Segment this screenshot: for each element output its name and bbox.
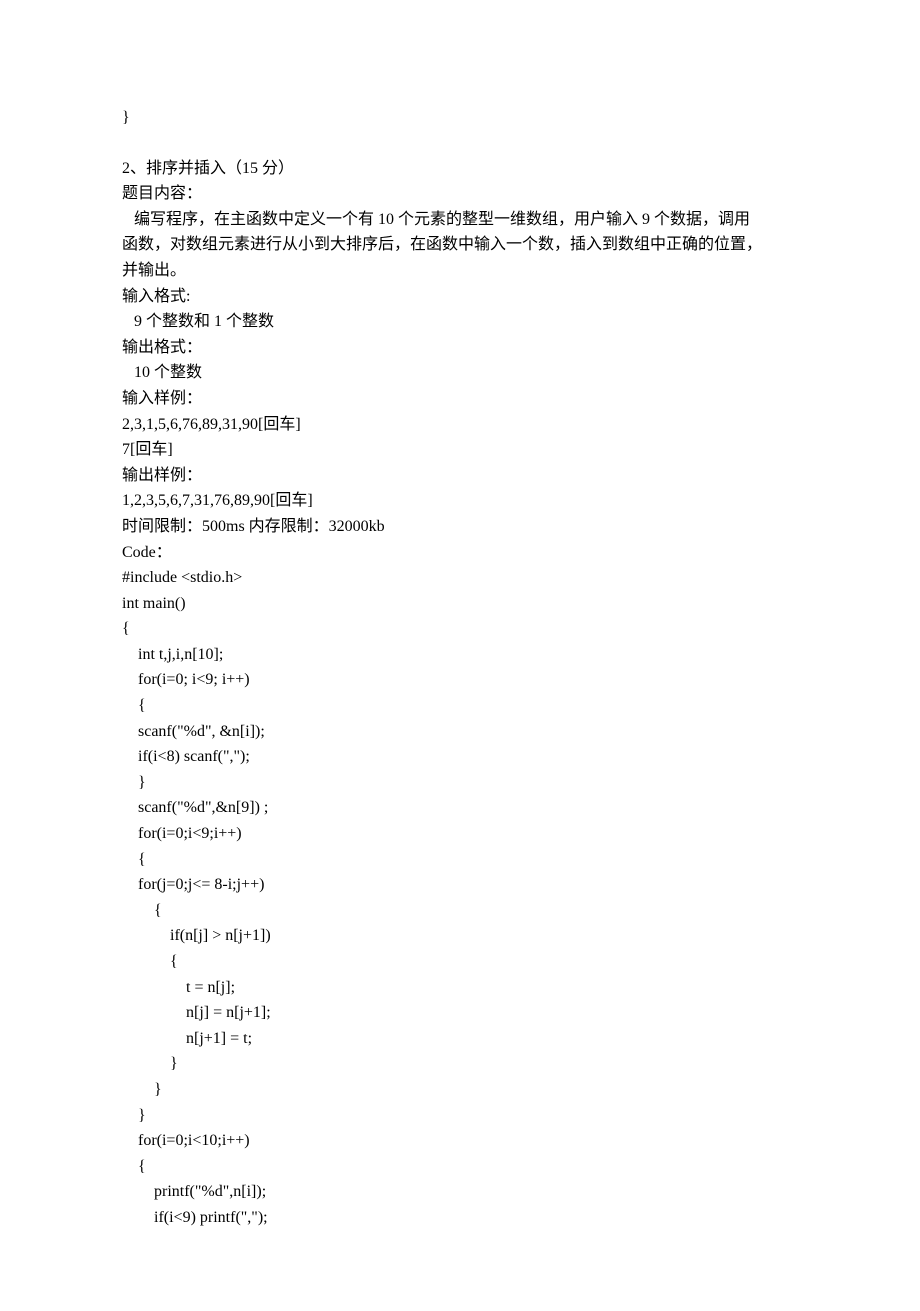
- code-line: scanf("%d",&n[9]) ;: [122, 795, 798, 821]
- code-line: {: [122, 898, 798, 924]
- code-line: {: [122, 949, 798, 975]
- code-line: n[j+1] = t;: [122, 1026, 798, 1052]
- code-line: int t,j,i,n[10];: [122, 642, 798, 668]
- text-line: 2,3,1,5,6,76,89,31,90[回车]: [122, 412, 798, 438]
- text-line: 题目内容：: [122, 181, 798, 207]
- heading-line: 2、排序并插入（15 分）: [122, 156, 798, 182]
- code-line: if(i<9) printf(",");: [122, 1205, 798, 1231]
- code-line: int main(): [122, 591, 798, 617]
- text-line: 函数，对数组元素进行从小到大排序后，在函数中输入一个数，插入到数组中正确的位置，: [122, 232, 798, 258]
- text-line: 输出格式：: [122, 335, 798, 361]
- code-line: }: [122, 1077, 798, 1103]
- code-line: for(j=0;j<= 8-i;j++): [122, 872, 798, 898]
- code-line: {: [122, 693, 798, 719]
- blank-line: [122, 131, 798, 156]
- code-line: for(i=0; i<9; i++): [122, 667, 798, 693]
- code-line: {: [122, 616, 798, 642]
- text-line: 7[回车]: [122, 437, 798, 463]
- code-line: n[j] = n[j+1];: [122, 1000, 798, 1026]
- text-line: Code：: [122, 540, 798, 566]
- code-line: t = n[j];: [122, 975, 798, 1001]
- code-line: }: [122, 105, 798, 131]
- code-line: }: [122, 770, 798, 796]
- text-line: 输出样例：: [122, 463, 798, 489]
- text-line: 10 个整数: [122, 360, 798, 386]
- code-line: }: [122, 1051, 798, 1077]
- document-page: } 2、排序并插入（15 分） 题目内容： 编写程序，在主函数中定义一个有 10…: [0, 0, 920, 1311]
- text-line: 1,2,3,5,6,7,31,76,89,90[回车]: [122, 488, 798, 514]
- text-line: 9 个整数和 1 个整数: [122, 309, 798, 335]
- text-line: 编写程序，在主函数中定义一个有 10 个元素的整型一维数组，用户输入 9 个数据…: [122, 207, 798, 233]
- text-line: 输入样例：: [122, 386, 798, 412]
- code-line: scanf("%d", &n[i]);: [122, 719, 798, 745]
- code-line: {: [122, 1154, 798, 1180]
- text-line: 输入格式:: [122, 284, 798, 310]
- text-line: 时间限制：500ms 内存限制：32000kb: [122, 514, 798, 540]
- code-line: printf("%d",n[i]);: [122, 1179, 798, 1205]
- code-line: for(i=0;i<9;i++): [122, 821, 798, 847]
- text-line: 并输出。: [122, 258, 798, 284]
- code-line: for(i=0;i<10;i++): [122, 1128, 798, 1154]
- code-line: }: [122, 1103, 798, 1129]
- code-line: #include <stdio.h>: [122, 565, 798, 591]
- code-line: {: [122, 847, 798, 873]
- code-line: if(i<8) scanf(",");: [122, 744, 798, 770]
- code-line: if(n[j] > n[j+1]): [122, 923, 798, 949]
